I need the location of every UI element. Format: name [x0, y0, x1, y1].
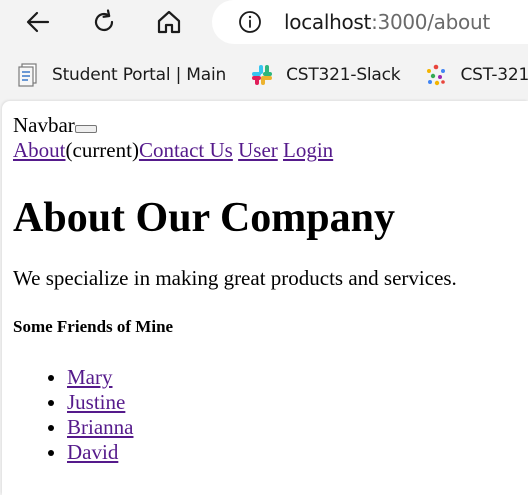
list-item: Justine — [67, 390, 528, 415]
document-icon — [16, 63, 40, 87]
nav-link-login[interactable]: Login — [283, 138, 333, 162]
navbar-brand[interactable]: Navbar — [13, 113, 75, 138]
nav-current-indicator: (current) — [65, 138, 139, 162]
address-bar[interactable]: localhost:3000/about — [212, 0, 528, 44]
browser-toolbar: localhost:3000/about — [0, 0, 528, 46]
refresh-icon — [94, 9, 114, 32]
bookmark-cst321[interactable]: CST-321Pa — [424, 60, 528, 90]
list-item: Mary — [67, 365, 528, 390]
slack-icon — [250, 63, 274, 87]
friends-list: Mary Justine Brianna David — [13, 365, 528, 465]
company-description: We specialize in making great products a… — [13, 266, 457, 290]
friend-link-justine[interactable]: Justine — [67, 390, 125, 414]
bookmark-label: CST321-Slack — [286, 65, 401, 85]
page-content: Navbar About(current)Contact Us User Log… — [2, 101, 528, 495]
list-item: David — [67, 440, 528, 465]
page-title: About Our Company — [13, 195, 395, 241]
nav-link-user[interactable]: User — [238, 138, 278, 162]
friend-link-david[interactable]: David — [67, 440, 118, 464]
back-button[interactable] — [20, 4, 56, 40]
bookmark-slack[interactable]: CST321-Slack — [250, 60, 401, 90]
list-item: Brianna — [67, 415, 528, 440]
friends-heading: Some Friends of Mine — [13, 317, 174, 336]
nav-link-contact[interactable]: Contact Us — [139, 138, 233, 162]
friend-link-brianna[interactable]: Brianna — [67, 415, 133, 439]
bookmarks-bar: Student Portal | Main CST321-Slack CST-3… — [0, 56, 528, 94]
browser-chrome: localhost:3000/about Student Portal | Ma… — [0, 0, 528, 101]
bookmark-student-portal[interactable]: Student Portal | Main — [16, 60, 226, 90]
url-path: :3000/about — [371, 10, 490, 34]
nav-links: About(current)Contact Us User Login — [13, 138, 528, 163]
navbar: Navbar — [13, 113, 528, 138]
nav-link-about[interactable]: About — [13, 138, 66, 162]
home-button[interactable] — [151, 4, 187, 40]
bookmark-label: Student Portal | Main — [52, 65, 227, 85]
refresh-button[interactable] — [86, 4, 122, 40]
colorful-app-icon — [424, 63, 448, 87]
bookmark-label: CST-321Pa — [460, 65, 528, 85]
url-host: localhost — [284, 10, 372, 34]
site-info-icon[interactable] — [238, 10, 262, 34]
url-text[interactable]: localhost:3000/about — [284, 10, 490, 34]
navbar-toggler-button[interactable] — [74, 124, 97, 133]
home-icon — [157, 10, 181, 34]
back-arrow-icon — [26, 11, 50, 33]
friend-link-mary[interactable]: Mary — [67, 365, 113, 389]
